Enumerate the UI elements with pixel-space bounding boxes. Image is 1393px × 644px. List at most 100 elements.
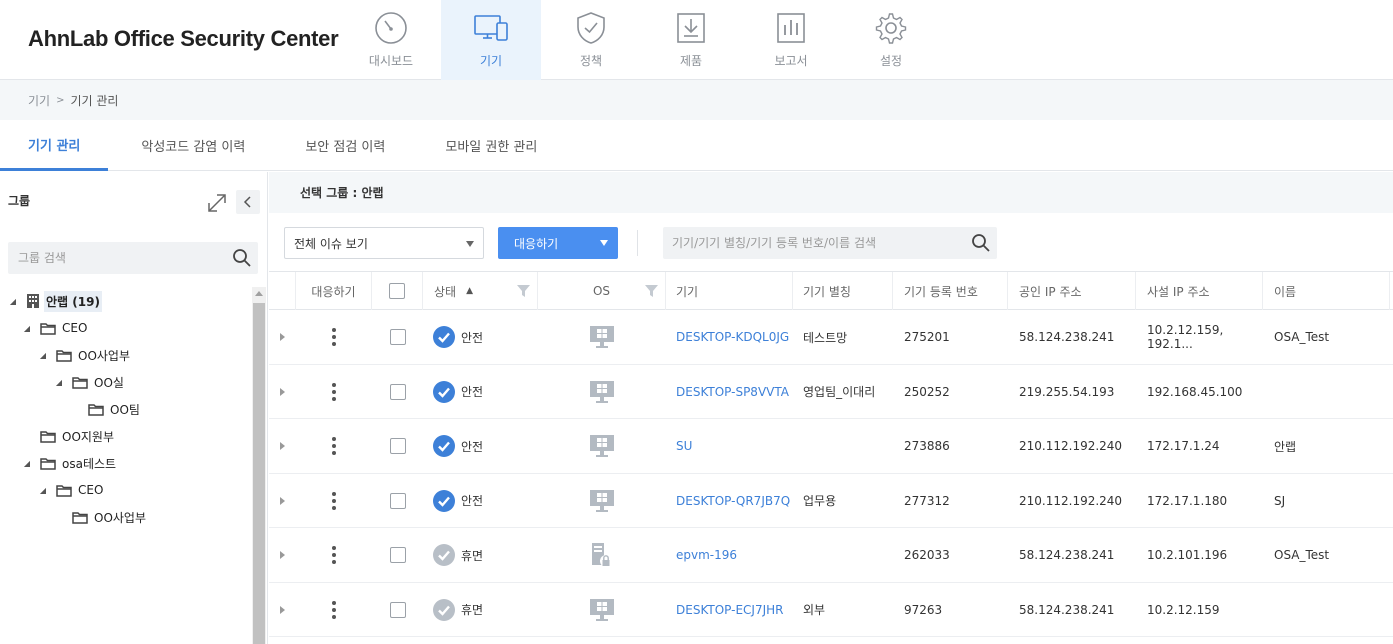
header-alias[interactable]: 기기 별칭 [793,272,893,310]
tree-node-osa-division[interactable]: OO사업부 [54,506,148,528]
row-checkbox[interactable] [389,383,406,400]
kebab-menu-icon[interactable] [332,328,336,346]
nav-policy-label: 정책 [579,54,603,68]
kebab-menu-icon[interactable] [332,437,336,455]
row-respond-menu[interactable] [296,528,372,582]
caret-right-icon[interactable] [280,496,285,505]
row-respond-menu[interactable] [296,310,372,364]
tree-node-oo-office[interactable]: ◢ OO실 [54,371,126,393]
filter-funnel-icon[interactable] [517,285,530,297]
row-checkbox[interactable] [389,492,406,509]
row-respond-menu[interactable] [296,583,372,637]
tree-node-oo-support[interactable]: OO지원부 [22,425,116,447]
tree-node-oo-team[interactable]: OO팀 [70,398,142,420]
header-private-ip[interactable]: 사설 IP 주소 [1136,272,1263,310]
caret-right-icon[interactable] [280,333,285,341]
search-icon[interactable] [971,233,991,253]
tree-toggle-icon[interactable]: ◢ [54,378,64,387]
tree-node-label: OO지원부 [62,429,115,444]
tree-toggle-icon[interactable]: ◢ [38,351,48,360]
respond-button[interactable]: 대응하기 [498,227,618,259]
caret-right-icon[interactable] [280,551,285,559]
kebab-menu-icon[interactable] [332,382,336,401]
group-search-input[interactable] [8,242,228,274]
table-body: 안전 DESKTOP-KDQL0JG 테스트망 275201 58.124.238.24… [269,310,1393,637]
nav-policy[interactable]: 정책 [541,0,641,80]
row-checkbox[interactable] [389,601,406,618]
tree-toggle-icon[interactable]: ◢ [22,324,32,333]
nav-dashboard[interactable]: 대시보드 [341,0,441,80]
header-status[interactable]: 상태 ▲ [423,272,538,310]
header-select-all[interactable] [372,272,423,310]
row-expander[interactable] [269,365,296,419]
nav-devices[interactable]: 기기 [441,0,541,80]
device-search-input[interactable] [663,227,963,259]
caret-right-icon[interactable] [280,605,285,614]
tree-node-osa-test[interactable]: ◢ osa테스트 [22,452,118,474]
row-respond-menu[interactable] [296,365,372,419]
device-cell[interactable]: DESKTOP-QR7JB7Q [666,474,793,528]
tree-node-osa-ceo[interactable]: ◢ CEO [38,479,105,501]
scrollbar-thumb[interactable] [253,303,265,644]
row-checkbox[interactable] [389,547,406,563]
row-expander[interactable] [269,474,296,528]
status-cell: 휴면 [423,583,538,637]
tree-toggle-icon[interactable]: ◢ [22,459,32,468]
header-name[interactable]: 이름 [1263,272,1390,310]
device-cell[interactable]: DESKTOP-KDQL0JG [666,310,793,364]
header-public-ip[interactable]: 공인 IP 주소 [1008,272,1136,310]
collapse-sidebar-button[interactable] [236,190,260,214]
kebab-menu-icon[interactable] [332,546,336,564]
tab-mobile-permission[interactable]: 모바일 권한 관리 [413,120,565,171]
row-expander[interactable] [269,583,296,637]
row-expander[interactable] [269,528,296,582]
tab-malware-history[interactable]: 악성코드 감염 이력 [108,120,273,171]
row-expander[interactable] [269,419,296,473]
row-checkbox[interactable] [389,329,406,345]
row-respond-menu[interactable] [296,419,372,473]
breadcrumb-root[interactable]: 기기 [28,92,50,109]
device-cell[interactable]: SU [666,419,793,473]
tree-toggle-icon[interactable]: ◢ [8,297,18,306]
caret-right-icon[interactable] [280,442,285,450]
kebab-menu-icon[interactable] [332,600,336,619]
windows-pc-icon [590,435,614,457]
table-row[interactable]: 안전 DESKTOP-QR7JB7Q 업무용 277312 210.112.192.24… [269,474,1393,528]
nav-reports[interactable]: 보고서 [741,0,841,80]
device-cell[interactable]: DESKTOP-ECJ7JHR [666,583,793,637]
header-os[interactable]: OS [538,272,666,310]
search-icon[interactable] [232,248,252,268]
tab-security-check-history[interactable]: 보안 점검 이력 [273,120,413,171]
header-respond[interactable]: 대응하기 [296,272,372,310]
row-respond-menu[interactable] [296,474,372,528]
tree-toggle-icon[interactable]: ◢ [38,486,48,495]
scroll-up-icon[interactable] [255,291,263,296]
select-all-checkbox[interactable] [389,283,405,299]
issue-filter-select[interactable]: 전체 이슈 보기 [284,227,484,259]
tree-node-ceo[interactable]: ◢ CEO [22,317,89,339]
tree-node-oo-division[interactable]: ◢ OO사업부 [38,344,132,366]
table-row[interactable]: 휴면 DESKTOP-ECJ7JHR 외부 97263 58.124.238.241 10… [269,583,1393,637]
nav-products[interactable]: 제품 [641,0,741,80]
expand-button[interactable] [205,191,229,215]
gear-icon [875,13,907,44]
row-expander[interactable] [269,310,296,364]
nav-settings[interactable]: 설정 [841,0,941,80]
alias-cell: 테스트망 [803,330,848,345]
table-row[interactable]: 안전 DESKTOP-KDQL0JG 테스트망 275201 58.124.238.24… [269,310,1393,365]
device-cell[interactable]: epvm-196 [666,528,793,582]
row-checkbox[interactable] [389,438,406,454]
tree-scrollbar[interactable] [252,287,266,644]
sort-asc-icon[interactable]: ▲ [466,286,473,296]
table-row[interactable]: 휴면 epvm-196 262033 58.124.238.241 10.2.101.1… [269,528,1393,583]
device-cell[interactable]: DESKTOP-SP8VVTA [666,365,793,419]
kebab-menu-icon[interactable] [332,491,336,510]
tree-node-ahnlab[interactable]: ◢ 안랩 (19) [8,290,102,312]
filter-funnel-icon[interactable] [645,285,658,297]
caret-right-icon[interactable] [280,387,285,396]
table-row[interactable]: 안전 SU 273886 210.112.192.240 172.17.1.24 안랩 [269,419,1393,474]
tab-device-management[interactable]: 기기 관리 [0,120,109,171]
table-row[interactable]: 안전 DESKTOP-SP8VVTA 영업팀_이대리 250252 219.255.54… [269,365,1393,419]
header-reg-no[interactable]: 기기 등록 번호 [893,272,1008,310]
header-device[interactable]: 기기 [666,272,793,310]
